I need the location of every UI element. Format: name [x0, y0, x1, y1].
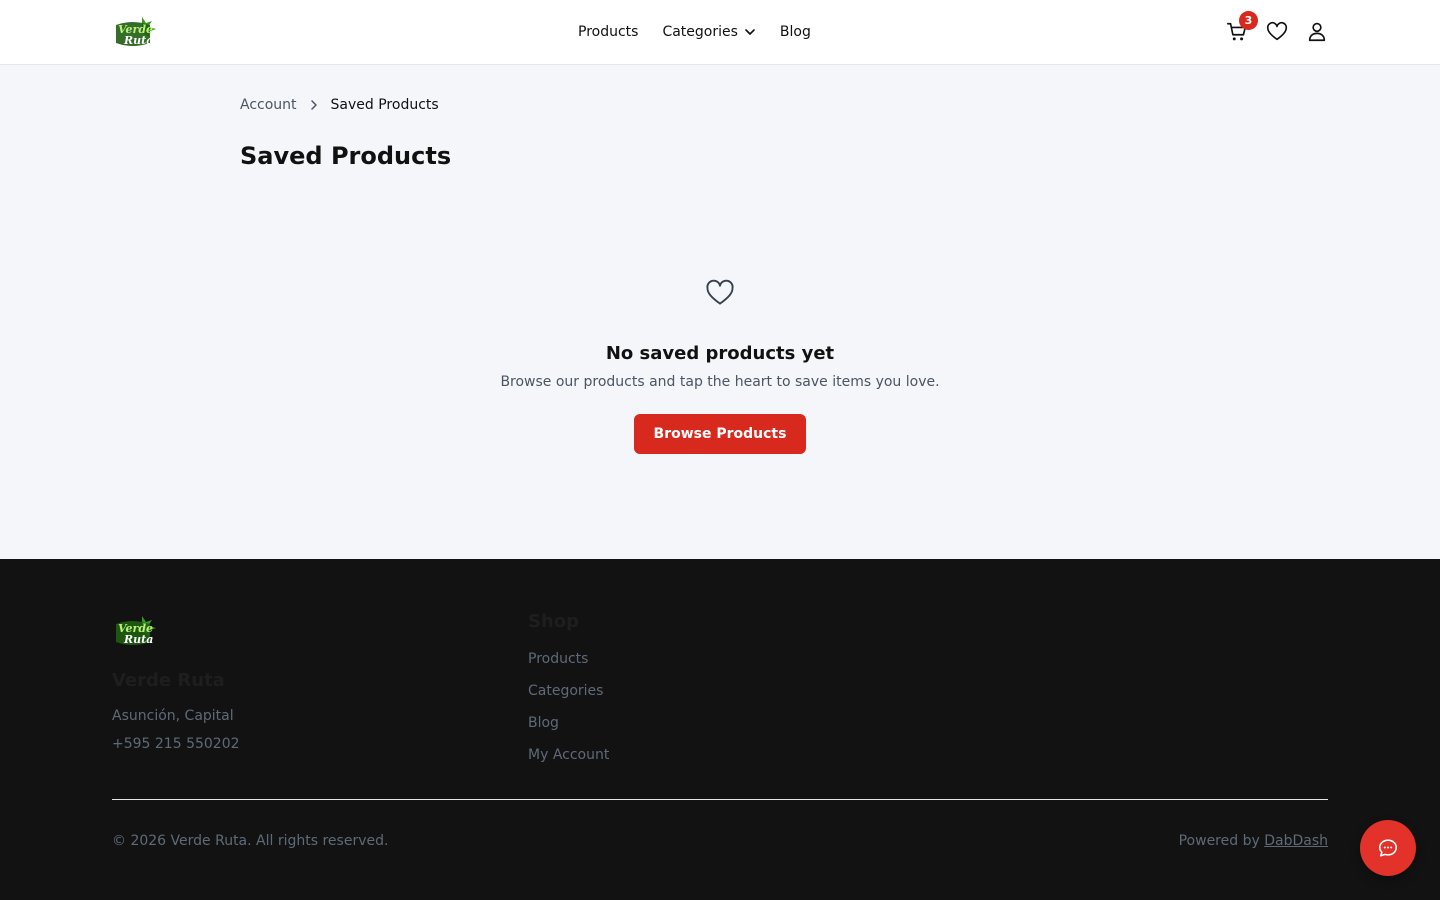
logo-text-ruta: Ruta: [123, 34, 153, 47]
chat-bubble-icon: [1378, 839, 1398, 857]
site-header: Verde Ruta Products Categories Blog 3: [0, 0, 1440, 65]
footer-copyright: © 2026 Verde Ruta. All rights reserved.: [112, 833, 389, 849]
nav-blog[interactable]: Blog: [780, 24, 811, 40]
chevron-right-icon: [310, 100, 317, 110]
site-footer: Verde Ruta Verde Ruta Asunción, Capital …: [0, 559, 1440, 900]
brand-logo[interactable]: Verde Ruta: [112, 15, 160, 49]
empty-state-message: Browse our products and tap the heart to…: [500, 374, 940, 390]
page-title: Saved Products: [240, 142, 452, 170]
dabdash-link[interactable]: DabDash: [1264, 833, 1328, 849]
footer-logo-text-ruta: Ruta: [123, 633, 153, 646]
browse-products-button[interactable]: Browse Products: [633, 414, 807, 454]
footer-shop-links: Products Categories Blog My Account: [528, 651, 609, 779]
breadcrumb-account[interactable]: Account: [240, 97, 297, 113]
breadcrumb: Account Saved Products: [240, 97, 439, 113]
footer-link-categories[interactable]: Categories: [528, 683, 609, 715]
footer-brand-name: Verde Ruta: [112, 670, 225, 691]
footer-link-blog[interactable]: Blog: [528, 715, 609, 747]
nav-categories[interactable]: Categories: [662, 24, 755, 40]
account-button[interactable]: [1306, 21, 1328, 43]
empty-state: No saved products yet Browse our product…: [0, 278, 1440, 454]
footer-logo[interactable]: Verde Ruta: [112, 614, 160, 648]
main-nav: Products Categories Blog: [578, 0, 811, 64]
footer-phone[interactable]: +595 215 550202: [112, 736, 240, 752]
breadcrumb-current: Saved Products: [330, 97, 439, 113]
cart-count-badge: 3: [1239, 11, 1258, 30]
wishlist-button[interactable]: [1266, 21, 1288, 43]
chat-button[interactable]: [1360, 820, 1416, 876]
nav-products[interactable]: Products: [578, 24, 638, 40]
footer-divider: [112, 799, 1328, 800]
footer-powered-by: Powered by DabDash: [1179, 833, 1328, 849]
header-actions: 3: [1226, 0, 1328, 64]
footer-shop-title: Shop: [528, 611, 580, 632]
empty-state-heading: No saved products yet: [605, 343, 835, 364]
user-icon: [1308, 22, 1326, 42]
footer-link-products[interactable]: Products: [528, 651, 609, 683]
footer-address: Asunción, Capital: [112, 708, 234, 724]
empty-heart-icon: [705, 278, 735, 308]
chevron-down-icon: [745, 29, 755, 35]
nav-categories-label: Categories: [662, 24, 738, 40]
heart-icon: [1266, 21, 1288, 41]
footer-link-my-account[interactable]: My Account: [528, 747, 609, 779]
cart-button[interactable]: 3: [1226, 11, 1258, 43]
powered-by-prefix: Powered by: [1178, 833, 1260, 849]
